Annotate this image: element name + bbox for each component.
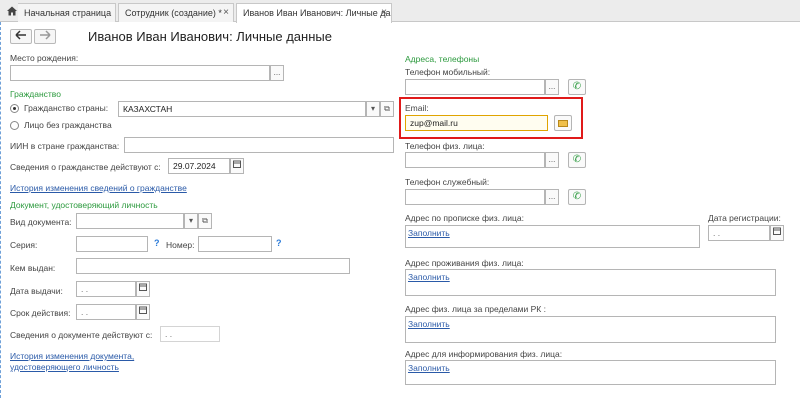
document-section-title: Документ, удостоверяющий личность <box>10 200 158 210</box>
radio-country-citizenship[interactable] <box>10 104 19 113</box>
work-phone-select-button[interactable]: ... <box>545 189 559 205</box>
reg-date-label: Дата регистрации: <box>708 213 781 223</box>
info-address-field[interactable]: Заполнить <box>405 360 776 385</box>
reg-address-field[interactable]: Заполнить <box>405 225 700 248</box>
email-highlight-frame <box>399 97 583 139</box>
fill-link[interactable]: Заполнить <box>408 319 450 329</box>
fill-link[interactable]: Заполнить <box>408 272 450 282</box>
reg-date-field[interactable]: . . <box>708 225 770 241</box>
home-icon[interactable] <box>6 5 18 17</box>
doc-type-dropdown-button[interactable]: ▾ <box>184 213 198 229</box>
info-address-label: Адрес для информирования физ. лица: <box>405 349 563 359</box>
abroad-address-label: Адрес физ. лица за пределами РК : <box>405 304 546 314</box>
living-address-field[interactable]: Заполнить <box>405 269 776 296</box>
mobile-phone-label: Телефон мобильный: <box>405 67 491 77</box>
doc-valid-label: Сведения о документе действуют с: <box>10 330 153 340</box>
calendar-icon <box>773 227 781 235</box>
doc-type-open-button[interactable]: ⧉ <box>198 213 212 229</box>
mobile-phone-select-button[interactable]: ... <box>545 79 559 95</box>
call-button[interactable]: ✆ <box>568 189 586 205</box>
page-title: Иванов Иван Иванович: Личные данные <box>88 29 332 44</box>
reg-address-label: Адрес по прописке физ. лица: <box>405 213 524 223</box>
abroad-address-field[interactable]: Заполнить <box>405 316 776 343</box>
call-button[interactable]: ✆ <box>568 79 586 95</box>
expiry-label: Срок действия: <box>10 308 71 318</box>
calendar-icon <box>233 160 241 168</box>
calendar-button[interactable] <box>136 281 150 297</box>
call-button[interactable]: ✆ <box>568 152 586 168</box>
doc-history-link-line1: История изменения документа, <box>10 351 135 361</box>
citizenship-history-link[interactable]: История изменения сведений о гражданстве <box>10 183 187 193</box>
iin-field[interactable] <box>124 137 394 153</box>
tab-label: Начальная страница <box>24 8 112 18</box>
issue-date-label: Дата выдачи: <box>10 286 63 296</box>
issued-by-field[interactable] <box>76 258 350 274</box>
help-icon[interactable]: ? <box>276 238 282 248</box>
personal-phone-field[interactable] <box>405 152 545 168</box>
calendar-button[interactable] <box>230 158 244 174</box>
mobile-phone-field[interactable] <box>405 79 545 95</box>
radio-stateless-label: Лицо без гражданства <box>24 120 112 130</box>
citizenship-section-title: Гражданство <box>10 89 61 99</box>
doc-type-field[interactable] <box>76 213 184 229</box>
citizenship-valid-label: Сведения о гражданстве действуют с: <box>10 162 161 172</box>
fill-link[interactable]: Заполнить <box>408 228 450 238</box>
citizenship-valid-date[interactable]: 29.07.2024 <box>168 158 230 174</box>
country-open-button[interactable]: ⧉ <box>380 101 394 117</box>
series-field[interactable] <box>76 236 148 252</box>
country-dropdown-button[interactable]: ▾ <box>366 101 380 117</box>
fill-link[interactable]: Заполнить <box>408 363 450 373</box>
work-phone-label: Телефон служебный: <box>405 177 490 187</box>
number-label: Номер: <box>166 240 195 250</box>
arrow-left-icon <box>15 30 26 40</box>
phone-icon: ✆ <box>572 81 582 92</box>
expiry-date-field[interactable]: . . <box>76 304 136 320</box>
doc-type-label: Вид документа: <box>10 217 72 227</box>
phone-icon: ✆ <box>572 154 582 165</box>
issue-date-field[interactable]: . . <box>76 281 136 297</box>
radio-country-label: Гражданство страны: <box>24 103 109 113</box>
close-icon[interactable]: × <box>223 7 229 18</box>
calendar-icon <box>139 306 147 314</box>
birthplace-select-button[interactable]: ... <box>270 65 284 81</box>
tab-label: Иванов Иван Иванович: Личные данные <box>243 8 391 18</box>
doc-history-link[interactable]: История изменения документа, удостоверяю… <box>10 351 134 373</box>
forward-button[interactable] <box>34 29 56 44</box>
birthplace-label: Место рождения: <box>10 53 79 63</box>
radio-stateless[interactable] <box>10 121 19 130</box>
calendar-button[interactable] <box>770 225 784 241</box>
living-address-label: Адрес проживания физ. лица: <box>405 258 524 268</box>
doc-valid-date-field[interactable]: . . <box>160 326 220 342</box>
series-label: Серия: <box>10 240 38 250</box>
work-phone-field[interactable] <box>405 189 545 205</box>
issued-by-label: Кем выдан: <box>10 263 56 273</box>
contacts-section-title: Адреса, телефоны <box>405 54 480 64</box>
phone-icon: ✆ <box>572 191 582 202</box>
frame-border <box>0 22 2 398</box>
tab-label: Сотрудник (создание) * <box>125 8 222 18</box>
help-icon[interactable]: ? <box>154 238 160 248</box>
personal-phone-label: Телефон физ. лица: <box>405 141 485 151</box>
number-field[interactable] <box>198 236 272 252</box>
calendar-icon <box>139 283 147 291</box>
close-icon[interactable]: × <box>381 7 387 18</box>
arrow-right-icon <box>40 30 51 40</box>
personal-phone-select-button[interactable]: ... <box>545 152 559 168</box>
tab-employee-create[interactable]: Сотрудник (создание) * × <box>118 3 234 22</box>
tab-personal-data[interactable]: Иванов Иван Иванович: Личные данные× <box>236 3 392 23</box>
iin-label: ИИН в стране гражданства: <box>10 141 120 151</box>
tab-strip: Начальная страница Сотрудник (создание) … <box>0 0 800 23</box>
calendar-button[interactable] <box>136 304 150 320</box>
doc-history-link-line2: удостоверяющего личность <box>10 362 119 372</box>
back-button[interactable] <box>10 29 32 44</box>
tab-home[interactable]: Начальная страница <box>18 3 116 22</box>
country-field[interactable]: КАЗАХСТАН <box>118 101 366 117</box>
birthplace-field[interactable] <box>10 65 270 81</box>
